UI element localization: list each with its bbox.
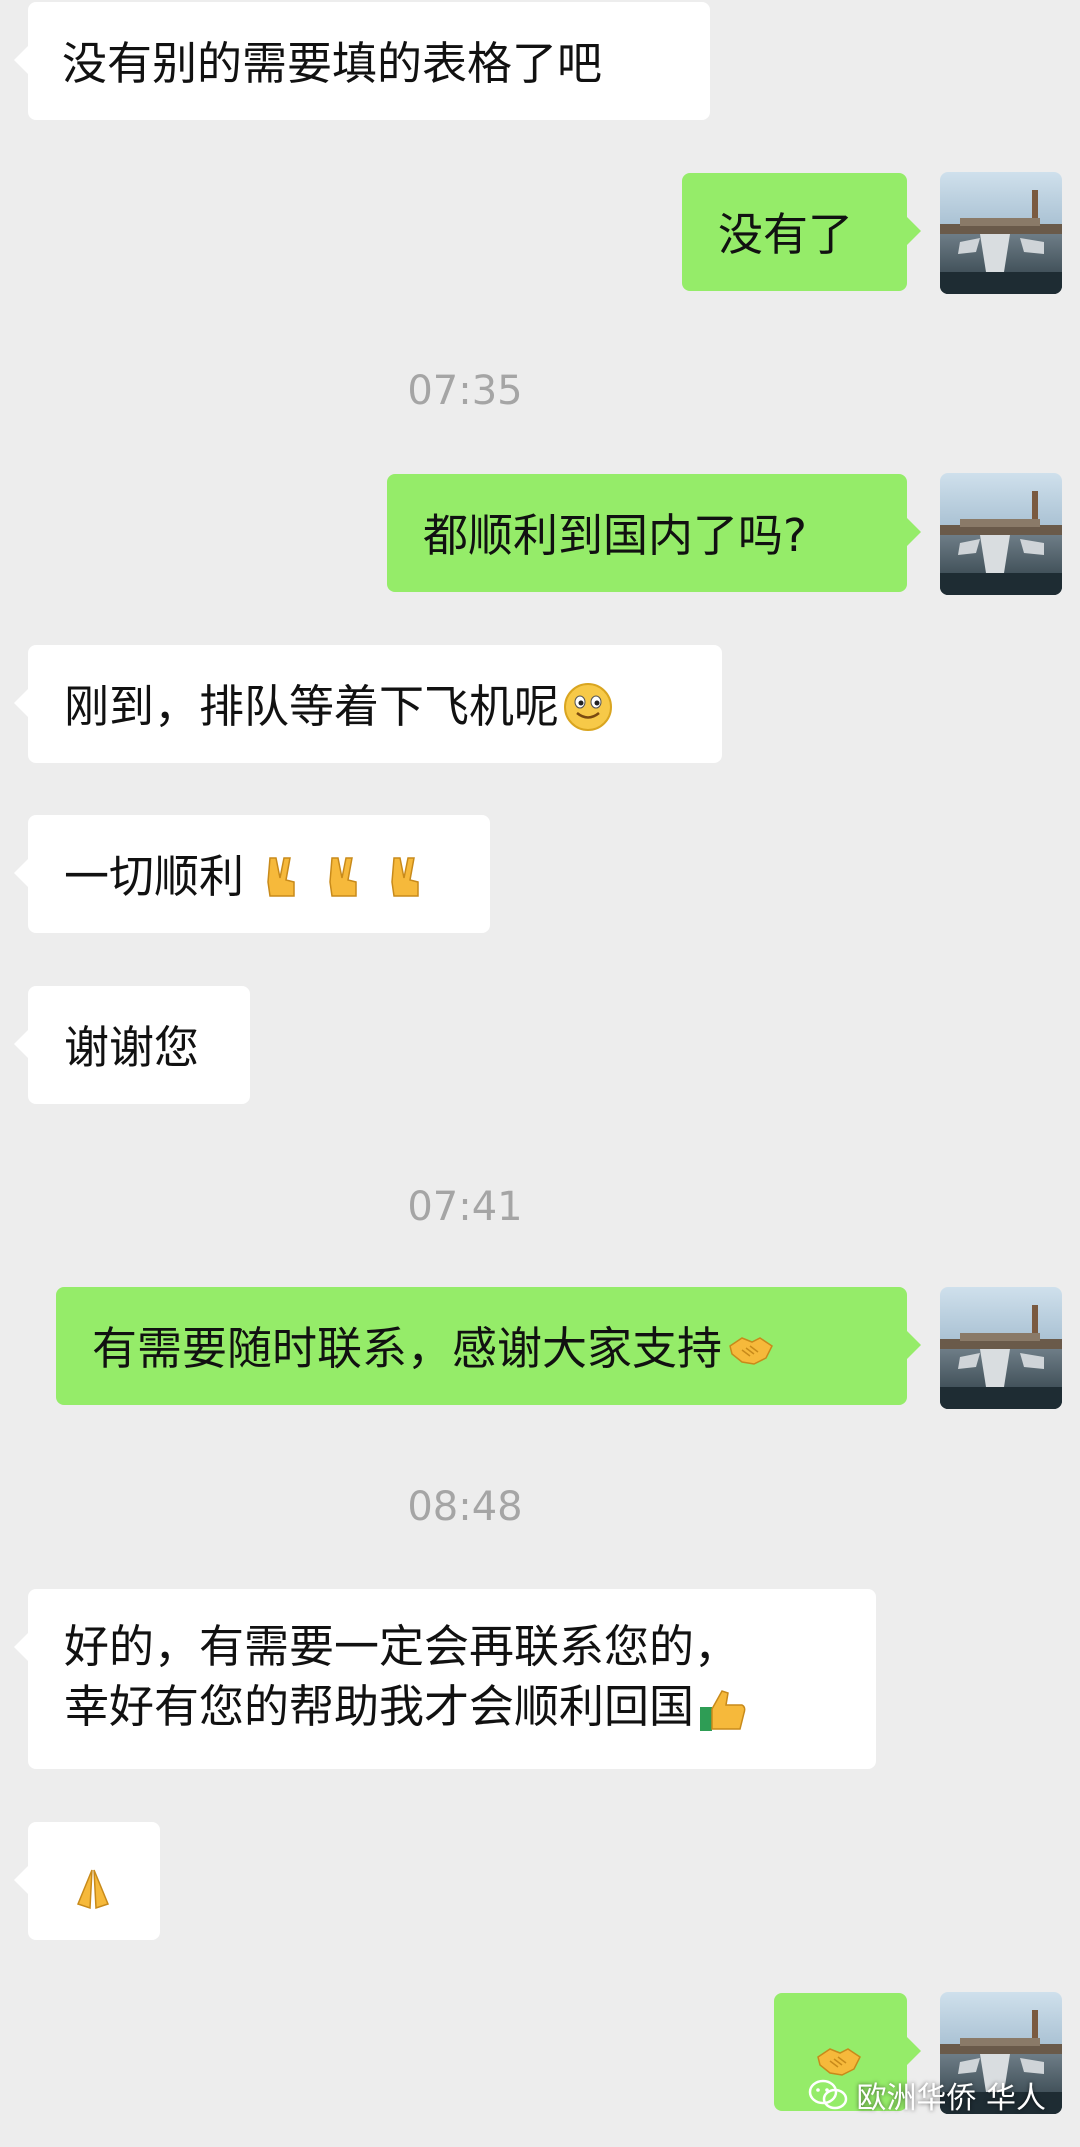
message-text: 没有别的需要填的表格了吧 bbox=[62, 37, 603, 90]
victory-hand-icon bbox=[380, 852, 430, 902]
victory-hand-icon bbox=[318, 852, 368, 902]
message-text-line-2: 幸好有您的帮助我才会顺利回国 bbox=[64, 1677, 840, 1737]
victory-hand-icon bbox=[256, 852, 306, 902]
handshake-icon bbox=[726, 1324, 776, 1374]
avatar-image bbox=[940, 1287, 1062, 1409]
avatar-image bbox=[940, 172, 1062, 294]
watermark-text: 欧洲华侨 华人 bbox=[856, 2081, 1046, 2116]
message-bubble-left[interactable]: 一切顺利 bbox=[14, 815, 490, 933]
message-text: 有需要随时联系，感谢大家支持 bbox=[92, 1322, 723, 1375]
wechat-icon bbox=[809, 2079, 848, 2110]
avatar[interactable] bbox=[940, 172, 1062, 294]
message-bubble-left[interactable]: 没有别的需要填的表格了吧 bbox=[14, 2, 710, 120]
message-text: 刚到，排队等着下飞机呢 bbox=[64, 680, 560, 733]
message-bubble-left[interactable]: 谢谢您 bbox=[14, 986, 250, 1104]
message-bubble-right[interactable]: 没有了 bbox=[682, 173, 921, 291]
message-bubble-left[interactable]: 好的，有需要一定会再联系您的， 幸好有您的帮助我才会顺利回国 bbox=[14, 1589, 876, 1769]
thumbs-up-icon bbox=[698, 1685, 748, 1735]
folded-hands-icon bbox=[68, 1864, 118, 1914]
timestamp: 07:41 bbox=[407, 1184, 523, 1230]
avatar-image bbox=[940, 473, 1062, 595]
watermark: 欧洲华侨 华人 bbox=[808, 2073, 1046, 2117]
message-text: 都顺利到国内了吗? bbox=[423, 509, 807, 562]
message-text: 谢谢您 bbox=[64, 1021, 200, 1074]
message-bubble-right[interactable]: 都顺利到国内了吗? bbox=[387, 474, 921, 592]
avatar[interactable] bbox=[940, 473, 1062, 595]
timestamp: 07:35 bbox=[407, 368, 523, 414]
message-bubble-left[interactable] bbox=[14, 1822, 160, 1940]
message-text-line: 好的，有需要一定会再联系您的， bbox=[64, 1620, 740, 1673]
message-bubble-right[interactable]: 有需要随时联系，感谢大家支持 bbox=[56, 1287, 921, 1405]
message-bubble-left[interactable]: 刚到，排队等着下飞机呢 bbox=[14, 645, 722, 763]
slightly-smiling-face-icon bbox=[563, 682, 613, 732]
message-text-line: 幸好有您的帮助我才会顺利回国 bbox=[64, 1680, 695, 1733]
timestamp: 08:48 bbox=[407, 1484, 523, 1530]
avatar[interactable] bbox=[940, 1287, 1062, 1409]
message-text: 一切顺利 bbox=[64, 850, 245, 903]
message-text: 没有了 bbox=[718, 208, 854, 261]
